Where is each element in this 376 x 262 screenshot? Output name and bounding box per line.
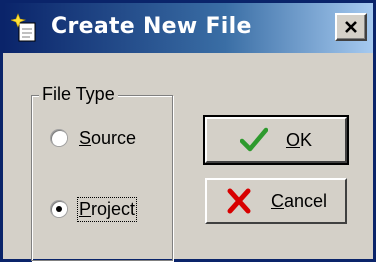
- title-bar[interactable]: Create New File: [3, 3, 373, 53]
- radio-source-circle[interactable]: [51, 130, 67, 146]
- file-type-group-label: File Type: [39, 84, 118, 105]
- dialog-body: File Type Source Project OK Cancel: [3, 53, 373, 261]
- create-new-file-dialog: Create New File File Type Source Project…: [0, 0, 376, 262]
- radio-source-label: Source: [79, 127, 137, 148]
- close-icon: [345, 21, 357, 33]
- radio-project-circle[interactable]: [51, 201, 67, 217]
- cancel-button-label: Cancel: [270, 190, 328, 211]
- x-icon: [227, 188, 251, 214]
- window-title: Create New File: [51, 14, 252, 39]
- radio-project[interactable]: Project: [51, 196, 138, 222]
- ok-button-label: OK: [285, 129, 313, 150]
- cancel-button[interactable]: Cancel: [205, 178, 347, 224]
- close-button[interactable]: [335, 13, 367, 41]
- radio-project-label: Project: [76, 196, 138, 222]
- radio-source[interactable]: Source: [51, 125, 136, 151]
- ok-button[interactable]: OK: [203, 115, 349, 165]
- sparkle-document-icon: [11, 13, 36, 42]
- checkmark-icon: [239, 127, 268, 152]
- file-type-group: [31, 95, 173, 261]
